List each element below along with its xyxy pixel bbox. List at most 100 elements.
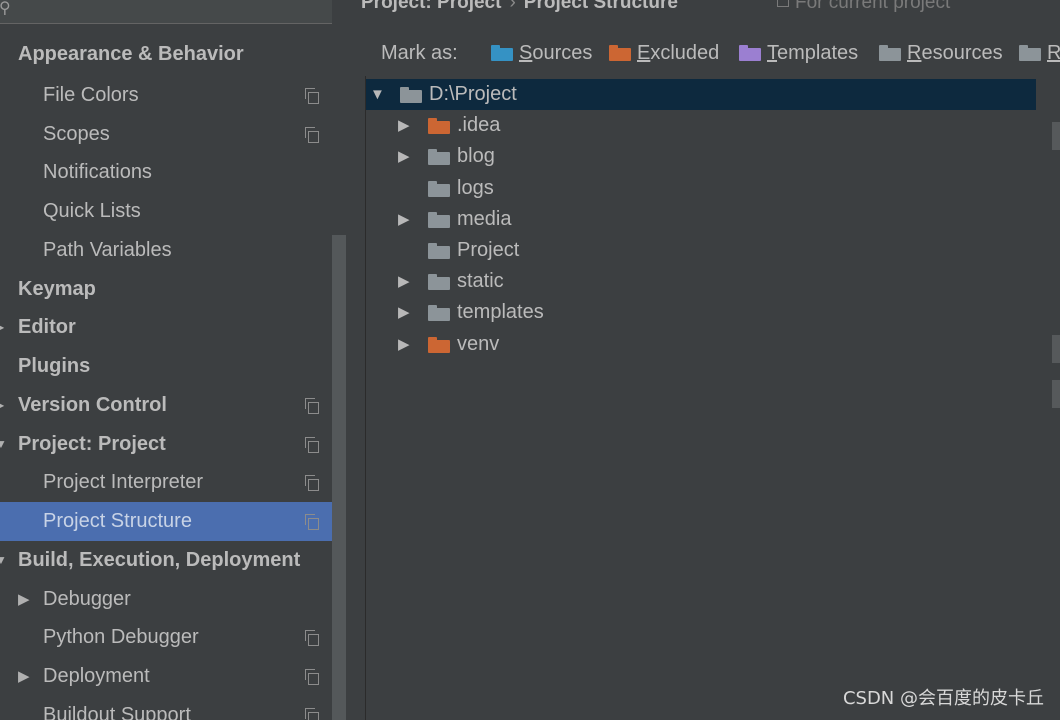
project-scope-icon: [305, 88, 319, 104]
sidebar-item[interactable]: ▶ Version Control: [0, 386, 347, 425]
folder-icon: [428, 211, 450, 228]
project-scope-icon: [305, 708, 319, 720]
sidebar-item-label: Debugger: [43, 588, 131, 610]
sidebar-scrollbar-thumb[interactable]: [332, 235, 346, 720]
sidebar-item[interactable]: Plugins: [0, 347, 347, 386]
sidebar-item[interactable]: Keymap: [0, 270, 347, 309]
expand-arrow-icon[interactable]: ▼: [370, 79, 385, 110]
sidebar-item[interactable]: Scopes: [0, 115, 347, 154]
tree-row[interactable]: ▶ media: [366, 204, 1036, 235]
sidebar-item[interactable]: ▼ Project: Project: [0, 425, 347, 464]
tree-row[interactable]: ▶ .idea: [366, 110, 1036, 141]
tree-row-label: templates: [457, 301, 544, 324]
collapse-arrow-icon[interactable]: ▶: [398, 266, 410, 297]
scrollbar-marker: [1052, 380, 1060, 408]
sidebar-item[interactable]: Quick Lists: [0, 192, 347, 231]
tree-row[interactable]: ▼ D:\Project: [366, 79, 1036, 110]
folder-icon: [879, 45, 901, 61]
mark-as-label-text: ources: [532, 42, 593, 64]
collapse-arrow-icon[interactable]: ▶: [18, 580, 30, 619]
folder-icon: [428, 149, 450, 166]
collapse-arrow-icon[interactable]: ▶: [398, 329, 410, 360]
mark-as-label-text: emplates: [777, 42, 859, 64]
folder-icon: [400, 87, 422, 103]
sidebar-item[interactable]: Appearance & Behavior: [0, 35, 347, 74]
collapse-arrow-icon[interactable]: ▶: [398, 297, 410, 328]
mark-as-button[interactable]: Excluded: [609, 42, 719, 65]
sidebar-item-label: Project Structure: [43, 510, 192, 532]
watermark: CSDN @会百度的皮卡丘: [842, 688, 1044, 709]
sidebar-item[interactable]: ▶ Deployment: [0, 657, 347, 696]
expand-arrow-icon[interactable]: ▼: [0, 425, 7, 464]
tree-row-label: logs: [457, 176, 494, 199]
sidebar-item[interactable]: Notifications: [0, 153, 347, 192]
folder-icon: [491, 45, 513, 61]
tree-row[interactable]: Project: [366, 235, 1036, 266]
sidebar-item[interactable]: File Colors: [0, 76, 347, 115]
scope-note-text: For current project: [795, 0, 951, 13]
tree-row[interactable]: ▶ venv: [366, 329, 1036, 360]
breadcrumb: Project: Project › Project Structure: [361, 0, 678, 14]
collapse-arrow-icon[interactable]: ▶: [0, 308, 4, 347]
mark-as-mnemonic: R: [907, 42, 922, 64]
collapse-arrow-icon[interactable]: ▶: [398, 141, 410, 172]
collapse-arrow-icon[interactable]: ▶: [0, 386, 4, 425]
tree-row[interactable]: logs: [366, 173, 1036, 204]
copy-icon: [777, 0, 789, 7]
settings-search-input[interactable]: ⚲: [0, 0, 336, 24]
sidebar-item-label: Buildout Support: [43, 704, 191, 720]
sidebar-item[interactable]: ▼ Build, Execution, Deployment: [0, 541, 347, 580]
mark-as-label-text: esources: [921, 42, 1003, 64]
sidebar-item[interactable]: Project Interpreter: [0, 463, 347, 502]
project-scope-icon: [305, 514, 319, 530]
breadcrumb-current: Project Structure: [523, 0, 678, 13]
sidebar-item-label: File Colors: [43, 84, 139, 106]
sidebar-item-label: Quick Lists: [43, 200, 141, 222]
scope-note: For current project: [777, 0, 950, 14]
tree-row-label: D:\Project: [429, 83, 517, 105]
tree-row-label: Project: [457, 239, 520, 261]
sidebar-item[interactable]: Project Structure: [0, 502, 347, 541]
sidebar-item-label: Notifications: [43, 161, 152, 183]
folder-icon: [1019, 45, 1041, 61]
sidebar-item[interactable]: Python Debugger: [0, 618, 347, 657]
tree-row-label: blog: [457, 145, 495, 168]
collapse-arrow-icon[interactable]: ▶: [398, 204, 410, 235]
mark-as-mnemonic: T: [767, 42, 777, 64]
mark-as-button[interactable]: R: [1019, 42, 1060, 65]
project-scope-icon: [305, 669, 319, 685]
folder-icon: [428, 118, 450, 135]
folder-icon: [428, 180, 450, 197]
tree-row-label: static: [457, 270, 504, 293]
mark-as-mnemonic: R: [1047, 42, 1060, 64]
mark-as-button[interactable]: Sources: [491, 42, 592, 65]
scrollbar-marker: [1052, 122, 1060, 150]
mark-as-button[interactable]: Resources: [879, 42, 1003, 65]
sidebar-item-label: Path Variables: [43, 239, 172, 261]
mark-as-label: Mark as:: [381, 42, 458, 64]
sidebar-item-label: Plugins: [18, 355, 91, 377]
breadcrumb-parent: Project: Project: [361, 0, 502, 13]
sidebar-item-label: Appearance & Behavior: [18, 43, 244, 65]
tree-row[interactable]: ▶ templates: [366, 297, 1036, 328]
folder-icon: [428, 243, 450, 259]
mark-as-button[interactable]: Templates: [739, 42, 858, 65]
sidebar-item-label: Editor: [18, 316, 76, 338]
project-scope-icon: [305, 630, 319, 646]
sidebar-item-label: Python Debugger: [43, 626, 199, 648]
sidebar-item-label: Version Control: [18, 394, 167, 416]
sidebar-item[interactable]: ▶ Editor: [0, 308, 347, 347]
collapse-arrow-icon[interactable]: ▶: [398, 110, 410, 141]
sidebar-item[interactable]: Buildout Support: [0, 696, 347, 720]
tree-row[interactable]: ▶ blog: [366, 141, 1036, 172]
tree-row[interactable]: ▶ static: [366, 266, 1036, 297]
collapse-arrow-icon[interactable]: ▶: [18, 657, 30, 696]
sidebar-item[interactable]: Path Variables: [0, 231, 347, 270]
project-scope-icon: [305, 127, 319, 143]
sidebar-item[interactable]: ▶ Debugger: [0, 580, 347, 619]
settings-sidebar: ⚲ Appearance & Behavior File Colors Scopes…: [0, 0, 347, 720]
folder-icon: [428, 274, 450, 291]
content-root-tree: ▼ D:\Project ▶ .idea ▶ blog logs ▶ media Project ▶…: [365, 76, 1060, 720]
project-structure-panel: Project: Project › Project Structure For c…: [347, 0, 1060, 720]
expand-arrow-icon[interactable]: ▼: [0, 541, 7, 580]
